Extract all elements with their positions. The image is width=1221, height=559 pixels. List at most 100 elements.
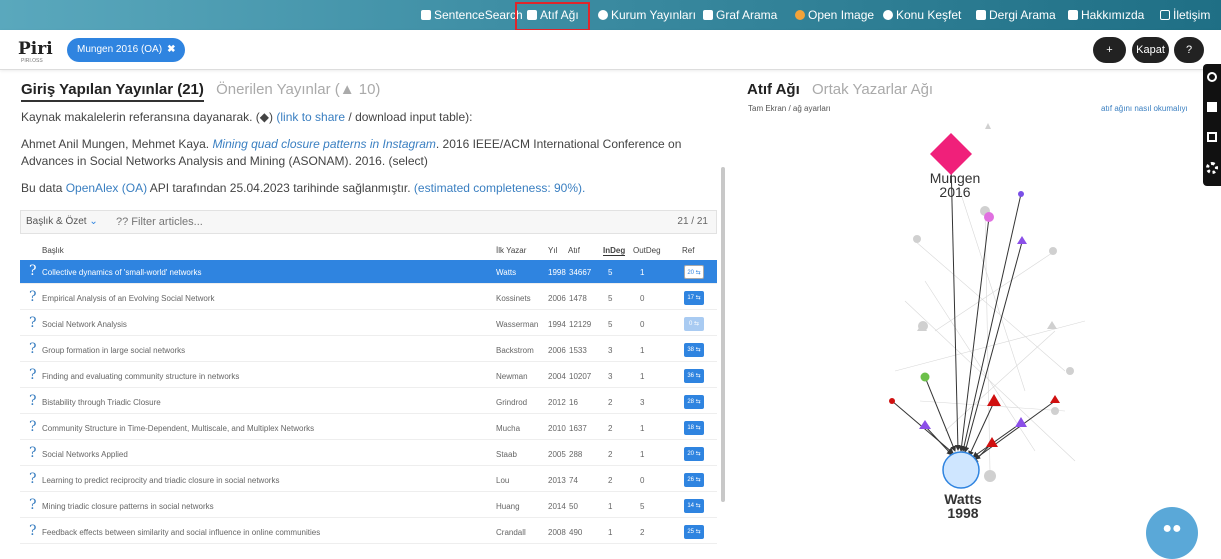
col-year[interactable]: Yıl xyxy=(548,246,557,255)
col-first-author[interactable]: İlk Yazar xyxy=(496,246,526,255)
gear-icon[interactable] xyxy=(1206,162,1218,174)
ref-button[interactable]: 0 ⇆ xyxy=(684,317,704,331)
table-row[interactable]: ? Social Network Analysis Wasserman 1994 121… xyxy=(20,312,717,336)
col-citations[interactable]: Atıf xyxy=(568,246,580,255)
close-button[interactable]: Kapat xyxy=(1132,37,1169,63)
node-mungen-2016[interactable] xyxy=(930,133,972,175)
col-indeg[interactable]: InDeg xyxy=(603,246,626,256)
table-row[interactable]: ? Community Structure in Time-Dependent, … xyxy=(20,416,717,440)
share-link[interactable]: (link to share xyxy=(276,110,345,124)
question-icon[interactable]: ? xyxy=(29,393,37,409)
question-icon[interactable]: ? xyxy=(29,445,37,461)
ref-button[interactable]: 38 ⇆ xyxy=(684,343,704,357)
ref-button[interactable]: 17 ⇆ xyxy=(684,291,704,305)
question-icon[interactable]: ? xyxy=(29,497,37,513)
chat-fab-button[interactable]: ●● xyxy=(1146,507,1198,559)
nav-hakkimizda[interactable]: Hakkımızda xyxy=(1068,0,1144,30)
nav-graf-arama[interactable]: Graf Arama xyxy=(703,0,777,30)
completeness-link[interactable]: (estimated completeness: 90%). xyxy=(414,181,585,195)
question-icon[interactable]: ? xyxy=(29,315,37,331)
table-row[interactable]: ? Mining triadic closure patterns in soci… xyxy=(20,494,717,518)
question-icon[interactable]: ? xyxy=(29,341,37,357)
cell-title[interactable]: Learning to predict reciprocity and tria… xyxy=(42,476,279,485)
header-bar: Piri PIRI.OSS Mungen 2016 (OA) ✖ + Kapat … xyxy=(0,30,1221,70)
source-title-link[interactable]: Mining quad closure patterns in Instagra… xyxy=(212,137,435,151)
node[interactable] xyxy=(1017,236,1027,244)
cell-title[interactable]: Social Networks Applied xyxy=(42,450,128,459)
table-row[interactable]: ? Empirical Analysis of an Evolving Socia… xyxy=(20,286,717,310)
cell-title[interactable]: Community Structure in Time-Dependent, M… xyxy=(42,424,314,433)
nav-iletisim[interactable]: İletişim xyxy=(1160,0,1210,30)
cell-title[interactable]: Group formation in large social networks xyxy=(42,346,185,355)
refresh-icon[interactable] xyxy=(1207,72,1217,82)
cell-citations: 74 xyxy=(569,476,578,485)
question-icon[interactable]: ? xyxy=(29,471,37,487)
tab-suggested-publications[interactable]: Önerilen Yayınlar (▲ 10) xyxy=(216,81,380,98)
cell-title[interactable]: Bistability through Triadic Closure xyxy=(42,398,161,407)
node[interactable] xyxy=(1050,395,1060,403)
citation-network-graph[interactable]: Mungen 2016 Watts 1998 xyxy=(735,71,1221,545)
table-row[interactable]: ? Bistability through Triadic Closure Grin… xyxy=(20,390,717,414)
col-ref[interactable]: Ref xyxy=(682,246,694,255)
col-outdeg[interactable]: OutDeg xyxy=(633,246,661,255)
cell-title[interactable]: Finding and evaluating community structu… xyxy=(42,372,239,381)
scrollbar[interactable] xyxy=(721,167,725,502)
node[interactable] xyxy=(920,372,930,382)
node[interactable] xyxy=(987,394,1001,406)
question-icon[interactable]: ? xyxy=(29,367,37,383)
node[interactable] xyxy=(919,420,931,429)
tab-input-publications[interactable]: Giriş Yapılan Yayınlar (21) xyxy=(21,81,204,102)
add-button[interactable]: + xyxy=(1093,37,1126,63)
nav-open-image[interactable]: Open Image xyxy=(795,0,874,30)
video-icon[interactable] xyxy=(1207,102,1217,112)
table-row[interactable]: ? Feedback effects between similarity and… xyxy=(20,520,717,544)
cell-indeg: 3 xyxy=(608,372,613,381)
node-watts-1998[interactable] xyxy=(942,451,980,489)
cell-title[interactable]: Empirical Analysis of an Evolving Social… xyxy=(42,294,215,303)
node[interactable] xyxy=(984,212,994,222)
ref-button[interactable]: 26 ⇆ xyxy=(684,473,704,487)
cell-outdeg: 0 xyxy=(640,476,645,485)
ref-button[interactable]: 28 ⇆ xyxy=(684,395,704,409)
ref-button[interactable]: 18 ⇆ xyxy=(684,421,704,435)
table-row[interactable]: ? Finding and evaluating community struct… xyxy=(20,364,717,388)
question-icon[interactable]: ? xyxy=(29,289,37,305)
table-row[interactable]: ? Group formation in large social network… xyxy=(20,338,717,362)
table-row[interactable]: ? Social Networks Applied Staab 2005 288 2 1 20… xyxy=(20,442,717,466)
node[interactable] xyxy=(986,437,998,447)
cell-title[interactable]: Collective dynamics of 'small-world' net… xyxy=(42,268,202,277)
ref-button[interactable]: 14 ⇆ xyxy=(684,499,704,513)
node[interactable] xyxy=(889,398,895,404)
close-icon[interactable]: ✖ xyxy=(167,44,175,55)
node[interactable] xyxy=(1018,191,1024,197)
question-icon[interactable]: ? xyxy=(29,263,37,279)
cell-title[interactable]: Social Network Analysis xyxy=(42,320,127,329)
cell-outdeg: 1 xyxy=(640,372,645,381)
nav-sentencesearch[interactable]: SentenceSearch xyxy=(421,0,523,30)
question-icon[interactable]: ? xyxy=(29,419,37,435)
help-button[interactable]: ? xyxy=(1174,37,1204,63)
filter-field-select[interactable]: Başlık & Özet ⌄ xyxy=(26,216,98,227)
ref-button[interactable]: 36 ⇆ xyxy=(684,369,704,383)
cell-title[interactable]: Feedback effects between similarity and … xyxy=(42,528,320,537)
col-title[interactable]: Başlık xyxy=(42,246,64,255)
cell-indeg: 5 xyxy=(608,320,613,329)
cell-indeg: 3 xyxy=(608,346,613,355)
active-nav-highlight xyxy=(515,2,590,31)
nav-konu-kesfet[interactable]: Konu Keşfet xyxy=(883,0,961,30)
cell-title[interactable]: Mining triadic closure patterns in socia… xyxy=(42,502,214,511)
openalex-link[interactable]: OpenAlex (OA) xyxy=(66,181,147,195)
ref-button[interactable]: 25 ⇆ xyxy=(684,525,704,539)
table-row[interactable]: ? Learning to predict reciprocity and tri… xyxy=(20,468,717,492)
cell-outdeg: 1 xyxy=(640,424,645,433)
nav-dergi-arama[interactable]: Dergi Arama xyxy=(976,0,1056,30)
filter-articles-input[interactable] xyxy=(116,213,616,231)
nav-kurum-yayinlari[interactable]: Kurum Yayınları xyxy=(598,0,696,30)
ref-button[interactable]: 20 ⇆ xyxy=(684,447,704,461)
ref-button[interactable]: 20 ⇆ xyxy=(684,265,704,279)
table-row[interactable]: ? Collective dynamics of 'small-world' ne… xyxy=(20,260,717,284)
query-chip[interactable]: Mungen 2016 (OA) ✖ xyxy=(67,38,186,62)
square-icon[interactable] xyxy=(1207,132,1217,142)
question-icon[interactable]: ? xyxy=(29,523,37,539)
logo[interactable]: Piri xyxy=(18,39,53,59)
